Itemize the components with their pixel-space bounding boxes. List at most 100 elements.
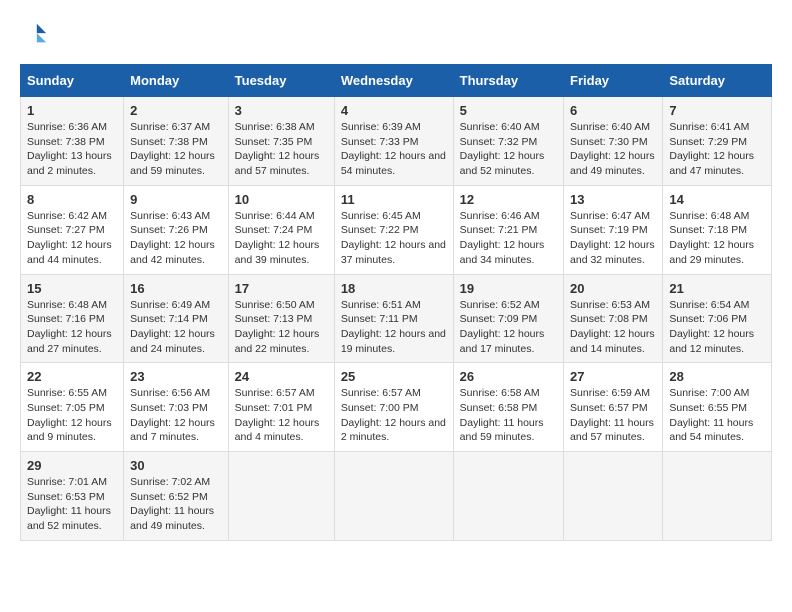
day-number: 17: [235, 281, 328, 296]
logo: [20, 20, 52, 48]
day-info: Sunrise: 6:47 AMSunset: 7:19 PMDaylight:…: [570, 209, 656, 268]
day-info: Sunrise: 6:54 AMSunset: 7:06 PMDaylight:…: [669, 298, 765, 357]
weekday-header-saturday: Saturday: [663, 65, 772, 97]
calendar-row: 8 Sunrise: 6:42 AMSunset: 7:27 PMDaylight…: [21, 185, 772, 274]
day-info: Sunrise: 7:02 AMSunset: 6:52 PMDaylight:…: [130, 475, 222, 534]
calendar-cell: 15 Sunrise: 6:48 AMSunset: 7:16 PMDayligh…: [21, 274, 124, 363]
calendar-cell: 5 Sunrise: 6:40 AMSunset: 7:32 PMDaylight…: [453, 97, 563, 186]
day-info: Sunrise: 6:58 AMSunset: 6:58 PMDaylight:…: [460, 386, 557, 445]
day-info: Sunrise: 6:57 AMSunset: 7:01 PMDaylight:…: [235, 386, 328, 445]
day-info: Sunrise: 6:40 AMSunset: 7:30 PMDaylight:…: [570, 120, 656, 179]
day-number: 13: [570, 192, 656, 207]
day-number: 15: [27, 281, 117, 296]
calendar-cell: 25 Sunrise: 6:57 AMSunset: 7:00 PMDayligh…: [334, 363, 453, 452]
day-number: 5: [460, 103, 557, 118]
day-info: Sunrise: 6:48 AMSunset: 7:16 PMDaylight:…: [27, 298, 117, 357]
day-number: 25: [341, 369, 447, 384]
day-number: 10: [235, 192, 328, 207]
day-number: 21: [669, 281, 765, 296]
weekday-header-friday: Friday: [564, 65, 663, 97]
day-info: Sunrise: 6:53 AMSunset: 7:08 PMDaylight:…: [570, 298, 656, 357]
calendar-cell: 4 Sunrise: 6:39 AMSunset: 7:33 PMDaylight…: [334, 97, 453, 186]
calendar-cell: 18 Sunrise: 6:51 AMSunset: 7:11 PMDayligh…: [334, 274, 453, 363]
calendar-row: 29 Sunrise: 7:01 AMSunset: 6:53 PMDayligh…: [21, 452, 772, 541]
day-info: Sunrise: 6:37 AMSunset: 7:38 PMDaylight:…: [130, 120, 222, 179]
day-info: Sunrise: 6:49 AMSunset: 7:14 PMDaylight:…: [130, 298, 222, 357]
day-info: Sunrise: 6:51 AMSunset: 7:11 PMDaylight:…: [341, 298, 447, 357]
calendar-cell: 1 Sunrise: 6:36 AMSunset: 7:38 PMDaylight…: [21, 97, 124, 186]
day-number: 16: [130, 281, 222, 296]
weekday-header-thursday: Thursday: [453, 65, 563, 97]
calendar-cell: 14 Sunrise: 6:48 AMSunset: 7:18 PMDayligh…: [663, 185, 772, 274]
calendar-cell: 20Sunrise: 6:53 AMSunset: 7:08 PMDayligh…: [564, 274, 663, 363]
calendar-cell: 3Sunrise: 6:38 AMSunset: 7:35 PMDaylight…: [228, 97, 334, 186]
calendar-cell: 6 Sunrise: 6:40 AMSunset: 7:30 PMDaylight…: [564, 97, 663, 186]
calendar-cell: 17 Sunrise: 6:50 AMSunset: 7:13 PMDayligh…: [228, 274, 334, 363]
day-number: 24: [235, 369, 328, 384]
logo-icon: [20, 20, 48, 48]
calendar-cell: [228, 452, 334, 541]
calendar-table: SundayMondayTuesdayWednesdayThursdayFrid…: [20, 64, 772, 541]
calendar-cell: 23 Sunrise: 6:56 AMSunset: 7:03 PMDayligh…: [124, 363, 229, 452]
calendar-cell: 28Sunrise: 7:00 AMSunset: 6:55 PMDayligh…: [663, 363, 772, 452]
day-number: 6: [570, 103, 656, 118]
weekday-header-wednesday: Wednesday: [334, 65, 453, 97]
day-number: 19: [460, 281, 557, 296]
day-number: 11: [341, 192, 447, 207]
weekday-header-monday: Monday: [124, 65, 229, 97]
day-info: Sunrise: 6:50 AMSunset: 7:13 PMDaylight:…: [235, 298, 328, 357]
day-info: Sunrise: 6:56 AMSunset: 7:03 PMDaylight:…: [130, 386, 222, 445]
day-info: Sunrise: 6:46 AMSunset: 7:21 PMDaylight:…: [460, 209, 557, 268]
day-info: Sunrise: 6:55 AMSunset: 7:05 PMDaylight:…: [27, 386, 117, 445]
day-number: 1: [27, 103, 117, 118]
day-number: 2: [130, 103, 222, 118]
weekday-header-tuesday: Tuesday: [228, 65, 334, 97]
day-number: 23: [130, 369, 222, 384]
calendar-cell: 21 Sunrise: 6:54 AMSunset: 7:06 PMDayligh…: [663, 274, 772, 363]
day-info: Sunrise: 6:43 AMSunset: 7:26 PMDaylight:…: [130, 209, 222, 268]
calendar-cell: 16 Sunrise: 6:49 AMSunset: 7:14 PMDayligh…: [124, 274, 229, 363]
day-number: 7: [669, 103, 765, 118]
day-info: Sunrise: 6:44 AMSunset: 7:24 PMDaylight:…: [235, 209, 328, 268]
calendar-cell: 19 Sunrise: 6:52 AMSunset: 7:09 PMDayligh…: [453, 274, 563, 363]
day-info: Sunrise: 6:57 AMSunset: 7:00 PMDaylight:…: [341, 386, 447, 445]
calendar-cell: 9 Sunrise: 6:43 AMSunset: 7:26 PMDaylight…: [124, 185, 229, 274]
day-number: 14: [669, 192, 765, 207]
day-number: 9: [130, 192, 222, 207]
day-number: 29: [27, 458, 117, 473]
calendar-cell: 11 Sunrise: 6:45 AMSunset: 7:22 PMDayligh…: [334, 185, 453, 274]
calendar-cell: 29 Sunrise: 7:01 AMSunset: 6:53 PMDayligh…: [21, 452, 124, 541]
day-info: Sunrise: 6:48 AMSunset: 7:18 PMDaylight:…: [669, 209, 765, 268]
day-info: Sunrise: 7:01 AMSunset: 6:53 PMDaylight:…: [27, 475, 117, 534]
day-info: Sunrise: 6:41 AMSunset: 7:29 PMDaylight:…: [669, 120, 765, 179]
day-number: 4: [341, 103, 447, 118]
calendar-cell: [663, 452, 772, 541]
calendar-cell: [334, 452, 453, 541]
day-number: 22: [27, 369, 117, 384]
day-number: 27: [570, 369, 656, 384]
calendar-cell: 10 Sunrise: 6:44 AMSunset: 7:24 PMDayligh…: [228, 185, 334, 274]
calendar-cell: [453, 452, 563, 541]
calendar-cell: 8 Sunrise: 6:42 AMSunset: 7:27 PMDaylight…: [21, 185, 124, 274]
day-info: Sunrise: 6:45 AMSunset: 7:22 PMDaylight:…: [341, 209, 447, 268]
calendar-cell: 30 Sunrise: 7:02 AMSunset: 6:52 PMDayligh…: [124, 452, 229, 541]
calendar-row: 22 Sunrise: 6:55 AMSunset: 7:05 PMDayligh…: [21, 363, 772, 452]
day-number: 8: [27, 192, 117, 207]
calendar-cell: 27 Sunrise: 6:59 AMSunset: 6:57 PMDayligh…: [564, 363, 663, 452]
day-info: Sunrise: 6:40 AMSunset: 7:32 PMDaylight:…: [460, 120, 557, 179]
calendar-cell: 12Sunrise: 6:46 AMSunset: 7:21 PMDayligh…: [453, 185, 563, 274]
day-info: Sunrise: 6:59 AMSunset: 6:57 PMDaylight:…: [570, 386, 656, 445]
day-info: Sunrise: 6:36 AMSunset: 7:38 PMDaylight:…: [27, 120, 117, 179]
calendar-cell: 13 Sunrise: 6:47 AMSunset: 7:19 PMDayligh…: [564, 185, 663, 274]
day-number: 28: [669, 369, 765, 384]
calendar-row: 1 Sunrise: 6:36 AMSunset: 7:38 PMDaylight…: [21, 97, 772, 186]
day-info: Sunrise: 6:39 AMSunset: 7:33 PMDaylight:…: [341, 120, 447, 179]
day-number: 18: [341, 281, 447, 296]
calendar-cell: 26 Sunrise: 6:58 AMSunset: 6:58 PMDayligh…: [453, 363, 563, 452]
calendar-cell: 7 Sunrise: 6:41 AMSunset: 7:29 PMDaylight…: [663, 97, 772, 186]
day-info: Sunrise: 6:52 AMSunset: 7:09 PMDaylight:…: [460, 298, 557, 357]
day-number: 26: [460, 369, 557, 384]
calendar-cell: [564, 452, 663, 541]
day-info: Sunrise: 6:42 AMSunset: 7:27 PMDaylight:…: [27, 209, 117, 268]
day-number: 30: [130, 458, 222, 473]
